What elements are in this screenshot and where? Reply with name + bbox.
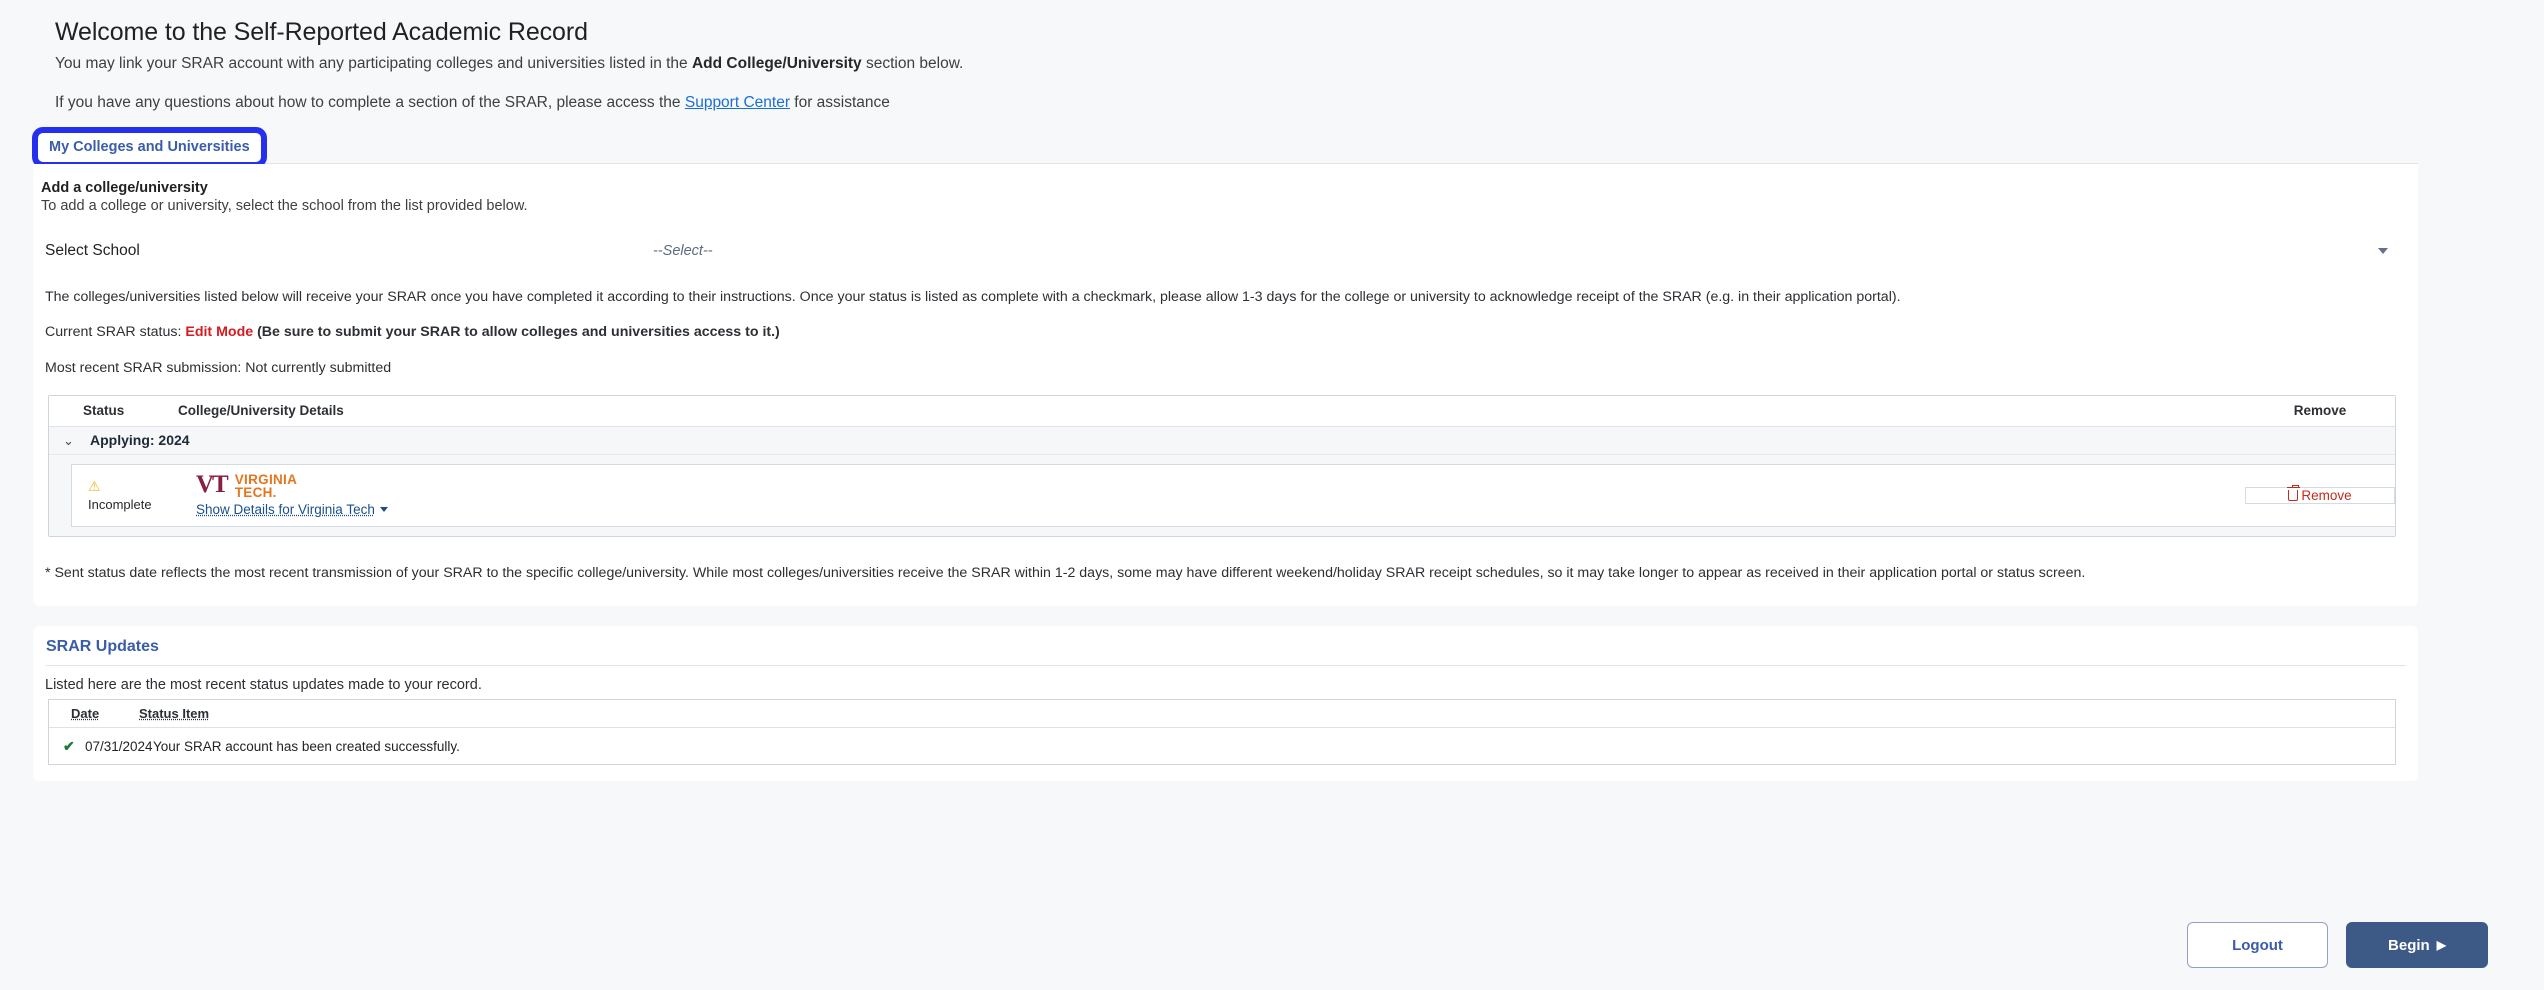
select-school-dropdown[interactable]: --Select-- (653, 238, 2392, 264)
group-label-applying-year: Applying: 2024 (90, 432, 190, 448)
srar-updates-subheading: Listed here are the most recent status u… (45, 677, 2406, 693)
logout-button[interactable]: Logout (2187, 922, 2328, 968)
school-card: ⚠ Incomplete VT VIRGINIA TECH. Show D (71, 464, 2395, 527)
update-date: 07/31/2024 (85, 739, 153, 754)
chevron-down-icon (380, 507, 388, 512)
intro-line-1-part-a: You may link your SRAR account with any … (55, 55, 692, 72)
chevron-down-icon (2378, 248, 2388, 254)
updates-column-header-date-label[interactable]: Date (71, 706, 99, 721)
intro-line-1: You may link your SRAR account with any … (55, 53, 2544, 75)
colleges-table: Status College/University Details Remove… (48, 395, 2396, 537)
play-arrow-icon: ▶ (2437, 939, 2446, 951)
virginia-tech-logo: VT VIRGINIA TECH. (196, 472, 2245, 500)
footer-actions: Logout Begin ▶ (2187, 922, 2488, 968)
select-school-value: --Select-- (653, 243, 713, 259)
current-status-label: Current SRAR status: (45, 324, 185, 340)
intro-line-1-part-b: section below. (862, 55, 964, 72)
column-header-status: Status (49, 403, 171, 418)
show-details-label: Show Details for Virginia Tech (196, 502, 375, 517)
support-center-link[interactable]: Support Center (685, 94, 790, 111)
instructions-paragraph: The colleges/universities listed below w… (45, 287, 2406, 308)
current-status-note: (Be sure to submit your SRAR to allow co… (253, 324, 780, 340)
remove-cell: Remove (2245, 487, 2395, 504)
most-recent-submission: Most recent SRAR submission: Not current… (45, 358, 2406, 379)
updates-column-header-item-label[interactable]: Status Item (139, 706, 209, 721)
intro-line-2: If you have any questions about how to c… (55, 92, 2544, 114)
chevron-down-icon[interactable]: ⌄ (63, 434, 81, 447)
colleges-table-header: Status College/University Details Remove (49, 396, 2395, 427)
updates-column-header-item: Status Item (139, 705, 2395, 723)
sent-status-footnote: * Sent status date reflects the most rec… (45, 563, 2406, 584)
select-school-label: Select School (41, 242, 653, 260)
table-row: ⚠ Incomplete VT VIRGINIA TECH. Show D (49, 455, 2395, 536)
status-cell: ⚠ Incomplete (72, 479, 190, 512)
details-cell: VT VIRGINIA TECH. Show Details for Virgi… (190, 472, 2245, 519)
updates-table-header: Date Status Item (49, 700, 2395, 728)
warning-triangle-icon: ⚠ (88, 479, 190, 494)
remove-school-button[interactable]: Remove (2288, 488, 2351, 503)
tab-my-colleges-and-universities[interactable]: My Colleges and Universities (38, 133, 261, 162)
column-header-details: College/University Details (171, 403, 2245, 418)
check-icon: ✔ (63, 738, 85, 755)
vt-monogram-icon: VT (196, 472, 227, 497)
intro-line-2-part-b: for assistance (790, 94, 890, 111)
select-school-row: Select School --Select-- (41, 236, 2406, 266)
srar-updates-panel: SRAR Updates Listed here are the most re… (33, 626, 2418, 781)
add-college-emphasis: Add College/University (692, 55, 862, 72)
current-status-value: Edit Mode (185, 324, 253, 340)
add-college-subheading: To add a college or university, select t… (41, 198, 2406, 214)
current-status-line: Current SRAR status: Edit Mode (Be sure … (45, 322, 2406, 343)
vt-wordmark-line2: TECH. (235, 485, 277, 500)
intro-line-2-part-a: If you have any questions about how to c… (55, 94, 685, 111)
add-college-heading: Add a college/university (41, 180, 2406, 196)
tab-strip: My Colleges and Universities (33, 137, 2418, 164)
remove-label: Remove (2301, 488, 2351, 503)
updates-column-header-date: Date (71, 705, 139, 723)
begin-button-label: Begin (2388, 937, 2430, 954)
column-header-remove: Remove (2245, 403, 2395, 418)
updates-table: Date Status Item ✔ 07/31/2024 Your SRAR … (48, 699, 2396, 765)
show-details-link[interactable]: Show Details for Virginia Tech (196, 502, 388, 517)
table-group-row[interactable]: ⌄ Applying: 2024 (49, 427, 2395, 455)
page-intro: Welcome to the Self-Reported Academic Re… (0, 0, 2544, 115)
page-title: Welcome to the Self-Reported Academic Re… (55, 18, 2544, 47)
begin-button[interactable]: Begin ▶ (2346, 922, 2488, 968)
colleges-panel: Add a college/university To add a colleg… (33, 164, 2418, 606)
vt-wordmark: VIRGINIA TECH. (235, 473, 297, 499)
table-row: ✔ 07/31/2024 Your SRAR account has been … (49, 728, 2395, 764)
update-item: Your SRAR account has been created succe… (153, 739, 2395, 754)
srar-updates-heading: SRAR Updates (46, 638, 2406, 666)
status-label: Incomplete (88, 497, 190, 512)
trash-icon (2288, 490, 2298, 501)
